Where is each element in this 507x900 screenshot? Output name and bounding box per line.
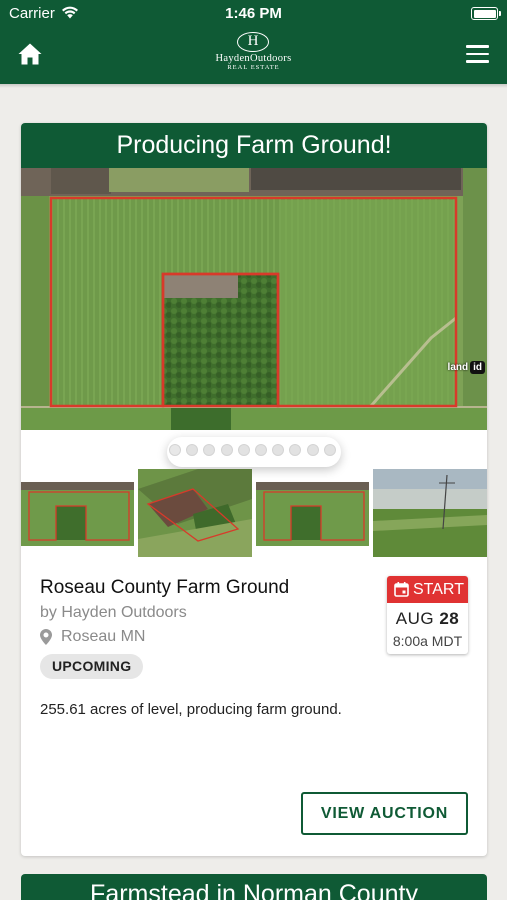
hero-aerial-image[interactable] xyxy=(21,168,487,430)
status-badge: UPCOMING xyxy=(40,654,144,679)
listing-card[interactable]: Producing Farm Ground! land id Roseau Co… xyxy=(21,123,487,856)
logo-subtitle: REAL ESTATE xyxy=(227,64,280,71)
pagination-dot[interactable] xyxy=(169,444,181,456)
image-pagination xyxy=(21,430,487,470)
listing-card-title: Producing Farm Ground! xyxy=(21,123,487,168)
battery-icon xyxy=(471,7,501,20)
auction-month: AUG xyxy=(395,609,435,628)
status-bar: Carrier 1:46 PM xyxy=(0,0,507,28)
auction-day: 28 xyxy=(439,609,460,628)
pagination-dot[interactable] xyxy=(255,444,267,456)
thumbnail-4[interactable] xyxy=(373,469,487,557)
auction-time: 8:00a MDT xyxy=(392,633,463,649)
landid-watermark: land id xyxy=(448,361,485,379)
logo-name: HaydenOutdoors xyxy=(215,53,292,64)
pagination-dot[interactable] xyxy=(237,444,250,456)
clock: 1:46 PM xyxy=(225,5,282,22)
pagination-dot[interactable] xyxy=(203,444,216,456)
thumbnail-2[interactable] xyxy=(138,469,252,557)
pagination-dot[interactable] xyxy=(272,444,285,456)
pagination-dot[interactable] xyxy=(289,444,302,456)
location-label: Roseau MN xyxy=(61,628,146,645)
pagination-dot[interactable] xyxy=(186,444,199,456)
pagination-dot[interactable] xyxy=(306,444,319,456)
auction-start-header: START xyxy=(387,576,468,603)
auction-start-label: START xyxy=(413,581,464,598)
header-shadow xyxy=(0,84,507,88)
view-auction-button[interactable]: VIEW AUCTION xyxy=(301,792,468,835)
auction-date: AUG 28 xyxy=(387,609,468,629)
thumbnail-1[interactable] xyxy=(21,482,134,546)
logo-mark: H xyxy=(237,32,269,52)
app-header: Carrier 1:46 PM H HaydenOutdoors REAL ES… xyxy=(0,0,507,84)
brand-logo: H HaydenOutdoors REAL ESTATE xyxy=(190,32,317,72)
hamburger-menu-icon[interactable] xyxy=(466,45,489,63)
listing-description: 255.61 acres of level, producing farm gr… xyxy=(40,701,342,718)
thumbnail-strip xyxy=(21,469,487,559)
calendar-icon xyxy=(394,582,409,597)
next-listing-card[interactable]: Farmstead in Norman County xyxy=(21,874,487,900)
map-pin-icon xyxy=(40,629,52,645)
home-icon[interactable] xyxy=(17,42,43,66)
pagination-dot[interactable] xyxy=(220,444,233,456)
listing-author: by Hayden Outdoors xyxy=(40,604,187,621)
pagination-dots xyxy=(169,444,339,458)
next-listing-title: Farmstead in Norman County xyxy=(90,880,418,900)
pagination-dot[interactable] xyxy=(323,444,336,456)
auction-date-badge: START AUG 28 8:00a MDT xyxy=(387,576,468,654)
thumbnail-3[interactable] xyxy=(256,482,369,546)
listing-title[interactable]: Roseau County Farm Ground xyxy=(40,577,289,599)
